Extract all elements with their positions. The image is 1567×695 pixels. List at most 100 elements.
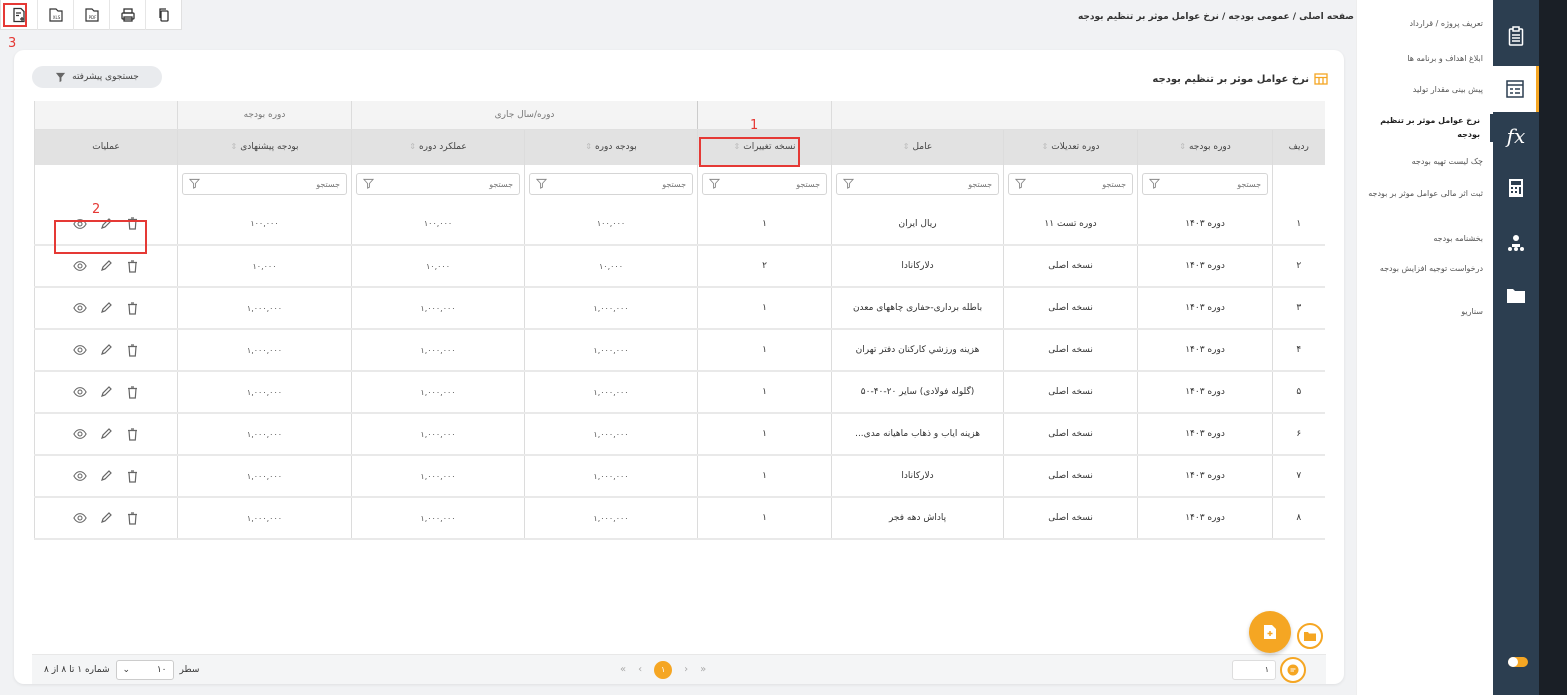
view-icon[interactable] [73, 511, 87, 525]
cell-budget-period: دوره ۱۴۰۳ [1137, 455, 1273, 498]
pdf-export-icon[interactable]: PDF [73, 0, 109, 30]
formula-fx-icon[interactable]: fx [1501, 121, 1531, 151]
table-row[interactable]: ۷ دوره ۱۴۰۳ نسخه اصلی دلارکانادا ۱ ۱,۰۰۰,۰۰۰ ۱… [34, 455, 1325, 498]
delete-icon[interactable] [125, 301, 139, 315]
filter-input-factor[interactable]: جستجو [836, 173, 1000, 195]
view-icon[interactable] [73, 343, 87, 357]
previous-page-icon[interactable]: ‹ [638, 664, 642, 675]
table-row[interactable]: ۴ دوره ۱۴۰۳ نسخه اصلی هزينه ورزشي كاركنان د… [34, 329, 1325, 372]
last-page-icon[interactable]: » [700, 664, 706, 675]
cell-version: ۱ [697, 497, 832, 540]
filter-icon[interactable] [362, 178, 375, 191]
view-icon[interactable] [73, 469, 87, 483]
print-icon[interactable] [109, 0, 145, 30]
filter-icon[interactable] [188, 178, 201, 191]
rows-per-page-select[interactable]: ۱۰ ⌄ [115, 659, 174, 680]
edit-icon[interactable] [99, 511, 113, 525]
floating-add-button[interactable] [1249, 611, 1291, 653]
annotation-number-1: 1 [750, 118, 759, 133]
sort-icon[interactable]: ⇕ [409, 142, 416, 151]
filter-input-period-performance[interactable]: جستجو [356, 173, 521, 195]
menu-item-scenario[interactable]: سناریو [1356, 305, 1493, 319]
menu-item-production-forecast[interactable]: پیش بینی مقدار تولید [1356, 83, 1493, 97]
group-header-row: دوره/سال جاری دوره بودجه [34, 101, 1325, 130]
cell-adjustment-period: نسخه اصلی [1003, 371, 1138, 414]
view-icon[interactable] [73, 427, 87, 441]
delete-icon[interactable] [125, 469, 139, 483]
table-row[interactable]: ۵ دوره ۱۴۰۳ نسخه اصلی (گلوله فولادی) سایر ۲… [34, 371, 1325, 414]
edit-icon[interactable] [99, 427, 113, 441]
filter-icon[interactable] [1014, 178, 1027, 191]
clipboard-icon[interactable] [1501, 21, 1531, 51]
filter-input-proposed-budget[interactable]: جستجو [182, 173, 347, 195]
column-header-period-budget[interactable]: بودجه دوره⇕ [524, 129, 698, 165]
calculator-icon[interactable] [1501, 173, 1531, 203]
filter-icon[interactable] [708, 178, 721, 191]
filter-input-period-budget[interactable]: جستجو [529, 173, 694, 195]
sort-icon[interactable]: ⇕ [230, 142, 237, 151]
cell-budget-period: دوره ۱۴۰۳ [1137, 371, 1273, 414]
table-row[interactable]: ۸ دوره ۱۴۰۳ نسخه اصلی پاداش دهه فجر ۱ ۱,۰۰۰,۰… [34, 497, 1325, 540]
column-header-factor[interactable]: عامل⇕ [831, 129, 1004, 165]
view-icon[interactable] [73, 259, 87, 273]
first-page-icon[interactable]: « [620, 664, 626, 675]
table-row[interactable]: ۳ دوره ۱۴۰۳ نسخه اصلی باطله برداری-حفاری چا… [34, 287, 1325, 330]
sort-icon[interactable]: ⇕ [585, 142, 592, 151]
page-button-current[interactable]: ۱ [654, 660, 673, 679]
cell-version: ۱ [697, 287, 832, 330]
edit-icon[interactable] [99, 259, 113, 273]
column-header-adjustment-period[interactable]: دوره تعدیلات⇕ [1003, 129, 1138, 165]
delete-icon[interactable] [125, 511, 139, 525]
column-header-proposed-budget[interactable]: بودجه پیشنهادی⇕ [177, 129, 352, 165]
delete-icon[interactable] [125, 385, 139, 399]
filter-input-adjustment-period[interactable]: جستجو [1008, 173, 1134, 195]
copy-icon[interactable] [145, 0, 181, 30]
advanced-search-button[interactable]: جستجوی پیشرفته [32, 66, 162, 88]
table-row[interactable]: ۶ دوره ۱۴۰۳ نسخه اصلی هزینه ایاب و ذهاب ماه… [34, 413, 1325, 456]
cell-proposed-budget: ۱,۰۰۰,۰۰۰ [177, 413, 352, 456]
menu-item-increase-justification[interactable]: درخواست توجیه افزایش بودجه [1356, 262, 1493, 276]
excel-export-icon[interactable]: XLS [37, 0, 73, 30]
cell-factor: باطله برداری-حفاری چاههای معدن [831, 287, 1004, 330]
floating-folder-button[interactable] [1297, 623, 1323, 649]
column-header-budget-period[interactable]: دوره بودجه⇕ [1137, 129, 1273, 165]
view-icon[interactable] [73, 301, 87, 315]
filter-input-budget-period[interactable]: جستجو [1142, 173, 1269, 195]
next-page-icon[interactable]: › [684, 664, 688, 675]
sort-icon[interactable]: ⇕ [1042, 142, 1049, 151]
edit-icon[interactable] [99, 343, 113, 357]
filter-icon[interactable] [1148, 178, 1161, 191]
table-row[interactable]: ۲ دوره ۱۴۰۳ نسخه اصلی دلارکانادا ۲ ۱۰,۰۰۰ ۱۰,۰… [34, 245, 1325, 288]
menu-item-factor-rates[interactable]: نرخ عوامل موثر بر تنظیم بودجه [1356, 114, 1493, 142]
form-list-icon[interactable] [1493, 66, 1539, 112]
view-icon[interactable] [73, 385, 87, 399]
window-edge [1539, 0, 1567, 695]
folder-icon[interactable] [1501, 280, 1531, 310]
annotation-box-2 [54, 220, 147, 254]
floating-chat-button[interactable] [1280, 657, 1306, 683]
column-header-period-performance[interactable]: عملکرد دوره⇕ [350, 129, 525, 165]
delete-icon[interactable] [125, 427, 139, 441]
theme-toggle[interactable] [1508, 657, 1528, 667]
table-row[interactable]: ۱ دوره ۱۴۰۳ دوره تست ۱۱ ریال ایران ۱ ۱۰۰,۰۰۰ ۱… [34, 203, 1325, 246]
cell-adjustment-period: نسخه اصلی [1003, 413, 1138, 456]
delete-icon[interactable] [125, 343, 139, 357]
sort-icon[interactable]: ⇕ [1179, 142, 1186, 151]
filter-icon[interactable] [535, 178, 548, 191]
menu-item-budget-checklist[interactable]: چک لیست تهیه بودجه [1356, 155, 1493, 169]
menu-item-goals-programs[interactable]: ابلاغ اهداف و برنامه ها [1356, 52, 1493, 66]
cell-period-performance: ۱۰,۰۰۰ [350, 245, 525, 288]
menu-item-project-contract[interactable]: تعریف پروژه / قرارداد [1356, 17, 1493, 31]
filter-icon[interactable] [842, 178, 855, 191]
edit-icon[interactable] [99, 301, 113, 315]
page-number-input[interactable]: ۱ [1232, 659, 1276, 680]
delete-icon[interactable] [125, 259, 139, 273]
filter-input-version[interactable]: جستجو [702, 173, 828, 195]
sort-icon[interactable]: ⇕ [903, 142, 910, 151]
menu-item-budget-circular[interactable]: بخشنامه بودجه [1356, 232, 1493, 246]
menu-item-financial-impact[interactable]: ثبت اثر مالی عوامل موثر بر بودجه [1356, 187, 1493, 201]
column-header-index[interactable]: ردیف [1272, 129, 1325, 165]
edit-icon[interactable] [99, 469, 113, 483]
org-chart-icon[interactable] [1501, 228, 1531, 258]
edit-icon[interactable] [99, 385, 113, 399]
